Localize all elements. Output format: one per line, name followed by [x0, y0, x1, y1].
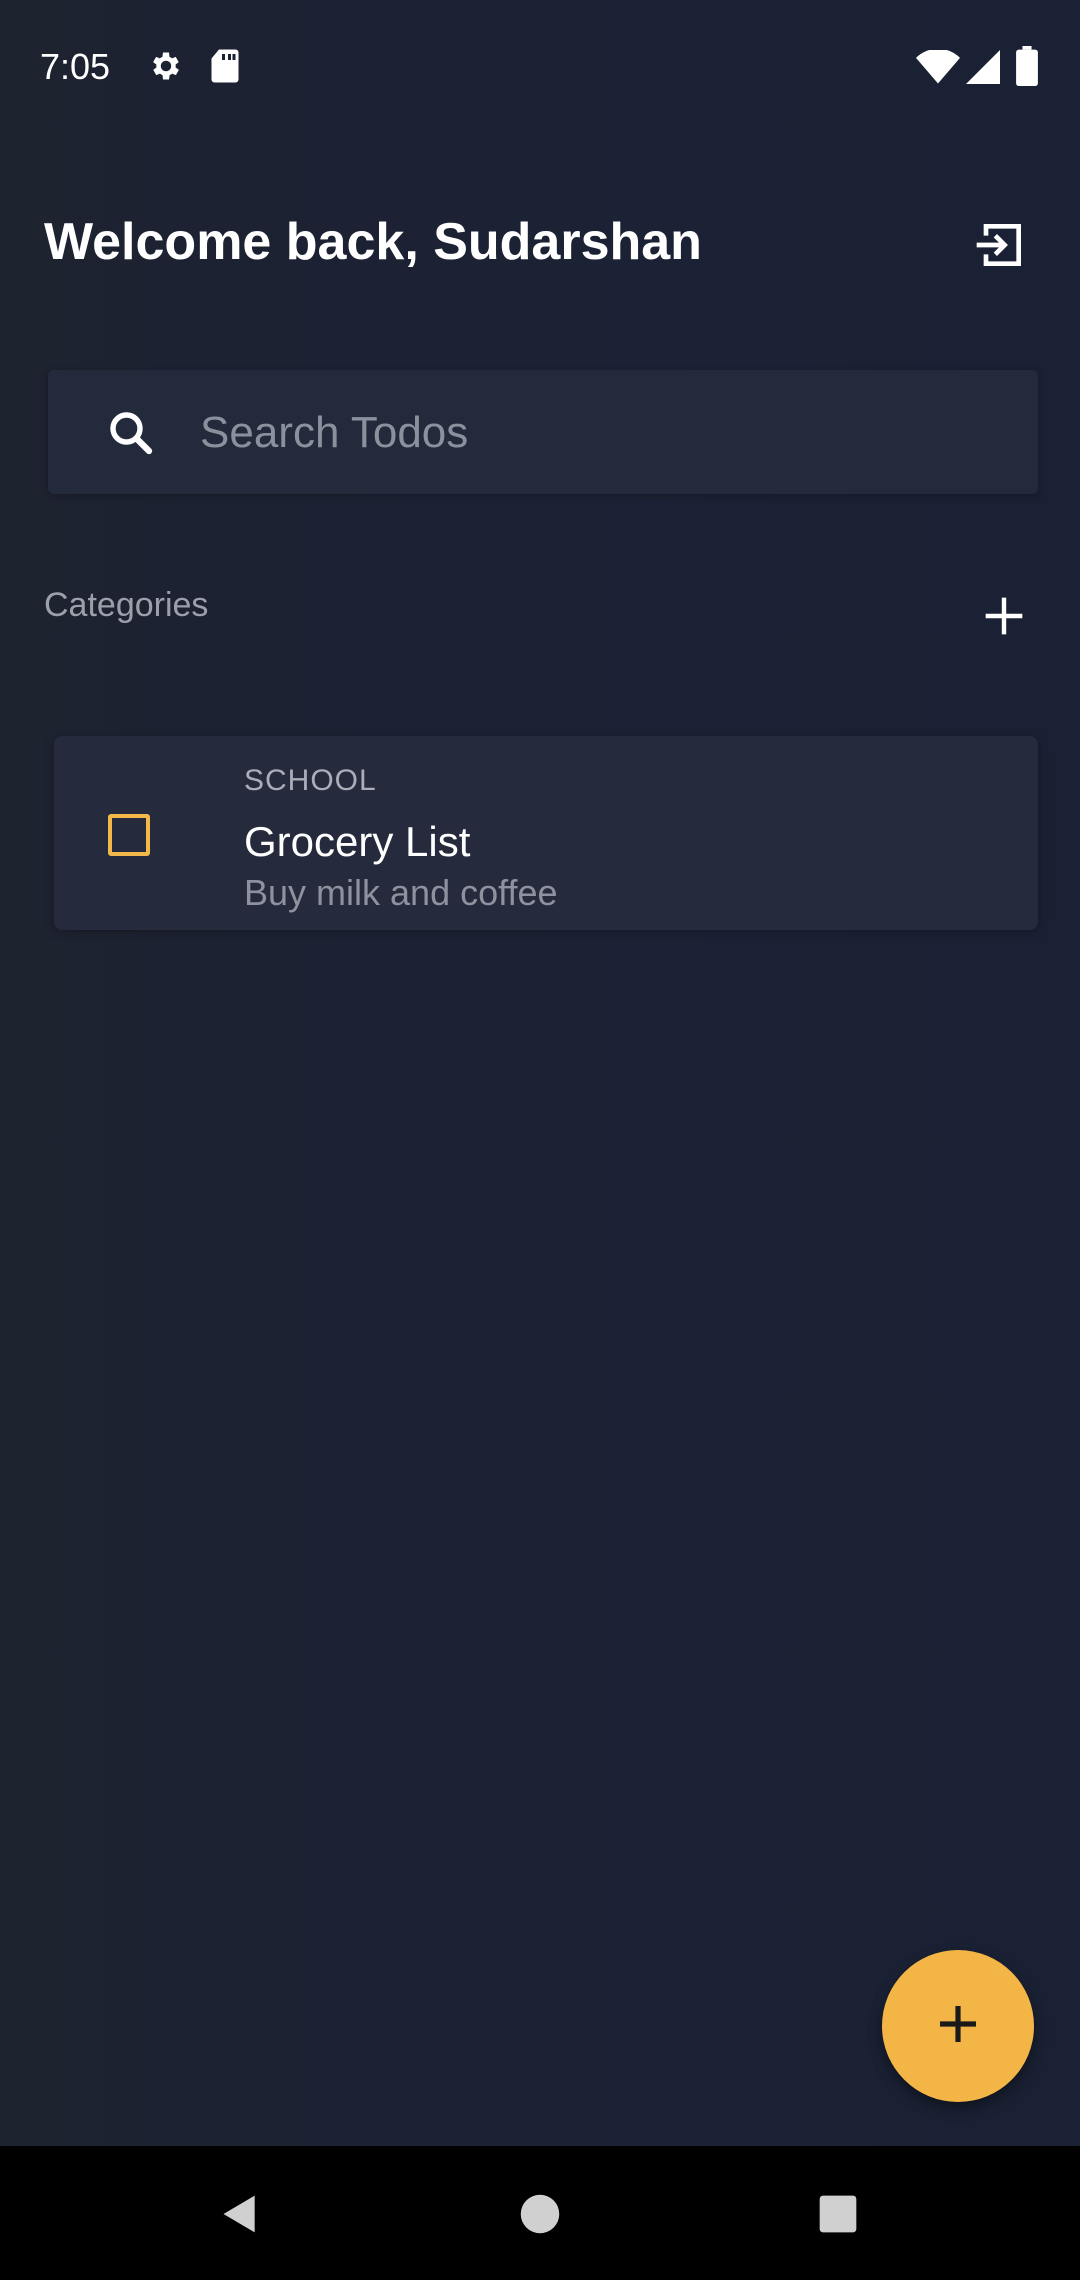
todo-description: Buy milk and coffee [244, 872, 558, 913]
todo-app-screen: 7:05 Welcome back, Sudarshan Search Todo… [0, 0, 1080, 2280]
home-button[interactable] [510, 2186, 570, 2246]
navigation-bar [0, 2146, 1080, 2280]
wifi-icon [916, 48, 960, 89]
plus-icon [934, 2000, 982, 2053]
sd-card-icon [210, 48, 240, 89]
add-category-button[interactable] [972, 586, 1036, 650]
greeting-title: Welcome back, Sudarshan [44, 213, 702, 271]
todo-checkbox[interactable] [108, 814, 150, 856]
back-button[interactable] [210, 2186, 270, 2246]
status-time: 7:05 [40, 46, 111, 87]
battery-icon [1016, 46, 1038, 91]
search-input[interactable] [198, 400, 1002, 466]
logout-button[interactable] [968, 215, 1032, 279]
plus-icon [982, 594, 1026, 643]
status-bar: 7:05 [0, 0, 1080, 140]
back-icon [218, 2192, 262, 2241]
todo-title: Grocery List [244, 818, 471, 865]
settings-icon [148, 48, 184, 89]
todo-card[interactable]: SCHOOL Grocery List Buy milk and coffee [54, 736, 1038, 930]
logout-icon [972, 217, 1028, 278]
home-icon [519, 2193, 561, 2240]
todo-category: SCHOOL [244, 764, 377, 797]
recents-button[interactable] [808, 2186, 868, 2246]
search-icon [104, 406, 158, 460]
search-bar[interactable] [48, 370, 1038, 494]
signal-icon [966, 50, 1000, 89]
recents-icon [818, 2194, 858, 2239]
categories-label: Categories [44, 586, 209, 624]
add-todo-button[interactable] [882, 1950, 1034, 2102]
